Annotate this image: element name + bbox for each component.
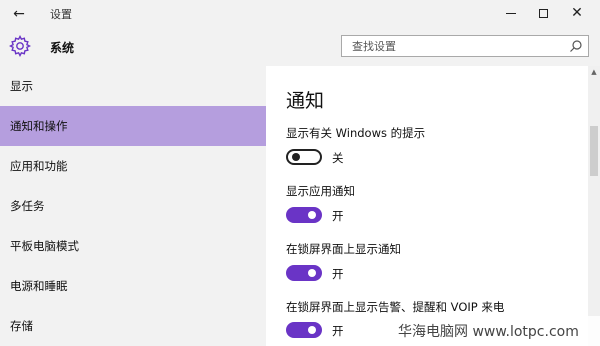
gear-icon	[9, 34, 31, 58]
sidebar-item-multitasking[interactable]: 多任务	[0, 186, 266, 226]
toggle-knob	[308, 211, 316, 219]
setting-label-lockscreen-notifications: 在锁屏界面上显示通知	[286, 242, 401, 256]
settings-content: 通知 显示有关 Windows 的提示 关 显示应用通知 开 在锁屏界面上显示通…	[266, 66, 588, 346]
sidebar-item-label: 通知和操作	[10, 119, 68, 133]
lockscreen-notifications-state: 开	[332, 267, 344, 281]
sidebar-item-label: 电源和睡眠	[10, 279, 68, 293]
sidebar-item-display[interactable]: 显示	[0, 66, 266, 106]
back-arrow-icon: ←	[13, 6, 25, 22]
sidebar-item-apps-features[interactable]: 应用和功能	[0, 146, 266, 186]
content-scrollbar[interactable]: ▲	[588, 66, 600, 346]
maximize-button[interactable]	[528, 2, 558, 24]
back-button[interactable]: ←	[8, 4, 30, 24]
sidebar: 显示 通知和操作 应用和功能 多任务 平板电脑模式 电源和睡眠 存储	[0, 66, 266, 346]
app-notifications-state: 开	[332, 209, 344, 223]
windows-tips-toggle[interactable]	[286, 149, 322, 165]
minimize-button[interactable]	[496, 2, 526, 24]
section-title: 系统	[50, 41, 75, 55]
sidebar-item-label: 平板电脑模式	[10, 239, 79, 253]
sidebar-item-label: 应用和功能	[10, 159, 68, 173]
sidebar-item-tablet-mode[interactable]: 平板电脑模式	[0, 226, 266, 266]
minimize-icon	[506, 12, 516, 14]
sidebar-item-label: 存储	[10, 319, 33, 333]
lockscreen-alarms-toggle[interactable]	[286, 322, 322, 338]
close-button[interactable]: ✕	[562, 2, 592, 24]
sidebar-item-storage[interactable]: 存储	[0, 306, 266, 346]
setting-label-app-notifications: 显示应用通知	[286, 184, 355, 198]
app-notifications-toggle[interactable]	[286, 207, 322, 223]
toggle-knob	[308, 269, 316, 277]
sidebar-item-label: 多任务	[10, 199, 45, 213]
search-box[interactable]	[341, 35, 589, 57]
toggle-knob	[308, 326, 316, 334]
page-title: 通知	[286, 90, 325, 112]
watermark-text: 华海电脑网 www.lotpc.com	[398, 324, 579, 340]
search-input[interactable]	[342, 36, 562, 56]
watermark: 华海电脑网 www.lotpc.com	[380, 316, 600, 346]
windows-tips-state: 关	[332, 151, 344, 165]
scroll-up-arrow-icon[interactable]: ▲	[590, 68, 598, 76]
title-bar: ← 设置 ✕	[0, 0, 600, 28]
lockscreen-alarms-state: 开	[332, 324, 344, 338]
scrollbar-thumb[interactable]	[590, 126, 598, 176]
toggle-knob	[292, 153, 300, 161]
sidebar-item-notifications[interactable]: 通知和操作	[0, 106, 266, 146]
setting-label-lockscreen-alarms: 在锁屏界面上显示告警、提醒和 VOIP 来电	[286, 300, 505, 314]
search-icon[interactable]	[569, 39, 583, 53]
close-icon: ✕	[571, 5, 583, 21]
sidebar-item-label: 显示	[10, 79, 33, 93]
setting-label-windows-tips: 显示有关 Windows 的提示	[286, 126, 426, 140]
page-header: 系统	[0, 28, 600, 66]
window-title: 设置	[50, 8, 72, 21]
lockscreen-notifications-toggle[interactable]	[286, 265, 322, 281]
sidebar-item-power-sleep[interactable]: 电源和睡眠	[0, 266, 266, 306]
maximize-icon	[538, 8, 548, 18]
